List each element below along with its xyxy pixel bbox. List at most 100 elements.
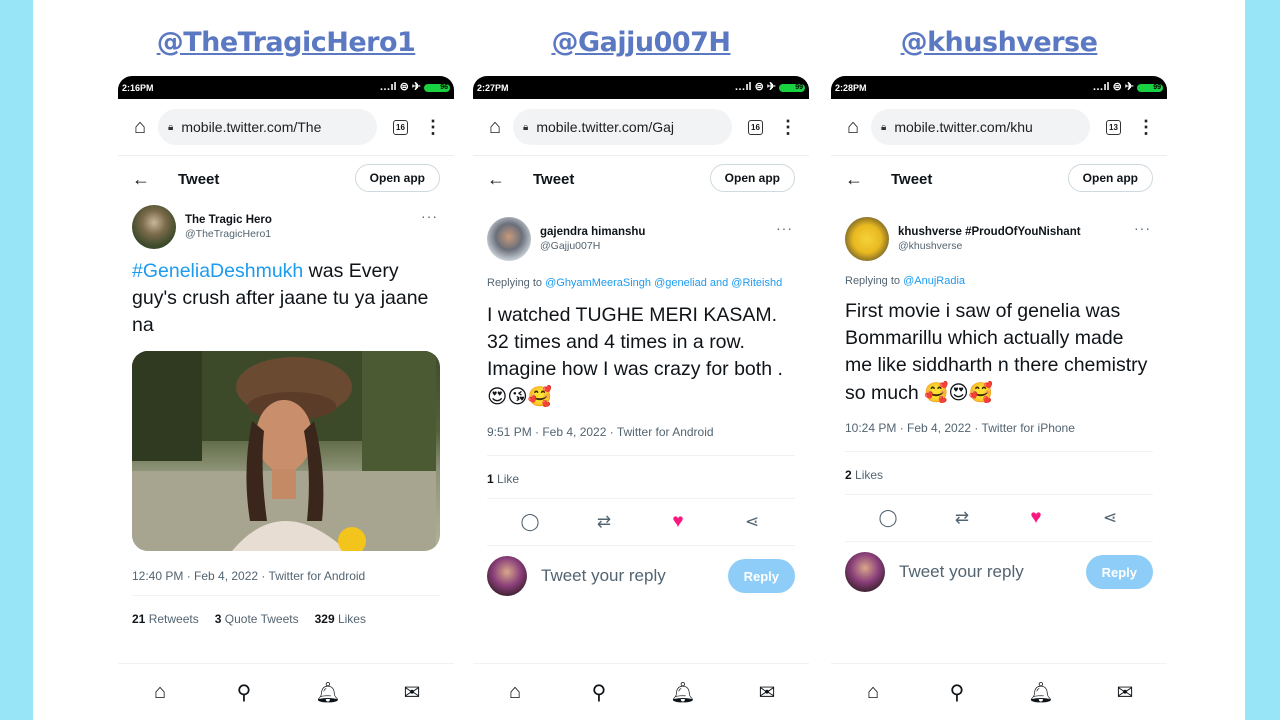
display-name[interactable]: The Tragic Hero	[185, 214, 272, 226]
tabs-icon[interactable]: 16	[393, 119, 408, 135]
share-icon[interactable]: ⋖	[739, 512, 765, 532]
wifi-icon: ⊜	[399, 81, 409, 93]
back-arrow-icon[interactable]: ←	[487, 169, 509, 190]
home-nav-icon[interactable]: ⌂	[859, 681, 887, 704]
tabs-count: 16	[396, 122, 405, 132]
url-text: mobile.twitter.com/The	[181, 119, 322, 135]
likes-stat[interactable]: 1 Like	[487, 472, 519, 498]
retweets-stat[interactable]: 21 Retweets	[132, 612, 199, 626]
reply-icon[interactable]: ◯	[517, 512, 543, 532]
notifications-icon[interactable]: 🔔︎	[314, 680, 342, 705]
phone-screen: 2:28PM …ıl ⊜ ✈ 99 ⌂ 🔒︎ mobile.twitter.co…	[831, 76, 1167, 720]
reply-input[interactable]: Tweet your reply	[541, 566, 728, 586]
menu-icon[interactable]: ⋮	[1137, 118, 1155, 136]
home-icon[interactable]: ⌂	[130, 116, 150, 139]
airplane-icon: ✈	[1124, 81, 1134, 93]
home-nav-icon[interactable]: ⌂	[146, 681, 174, 704]
tabs-count: 16	[751, 122, 760, 132]
heart-icon[interactable]: ♥	[1023, 507, 1049, 529]
status-icons: …ıl ⊜ ✈ 99	[1092, 82, 1163, 93]
replying-to-users[interactable]: @AnujRadia	[903, 275, 965, 287]
signal-icon: …ıl	[379, 81, 397, 93]
avatar[interactable]	[132, 205, 176, 249]
tweet-text: First movie i saw of genelia was Bommari…	[831, 298, 1167, 407]
display-name[interactable]: khushverse #ProudOfYouNishant	[898, 226, 1081, 238]
tweet-body: I watched TUGHE MERI KASAM. 32 times and…	[487, 304, 783, 380]
username[interactable]: @Gajju007H	[540, 240, 645, 252]
back-arrow-icon[interactable]: ←	[845, 169, 867, 190]
engagement-counts: 2 Likes	[831, 468, 1167, 494]
phone-screen: 2:27PM …ıl ⊜ ✈ 99 ⌂ 🔒︎ mobile.twitter.co…	[473, 76, 809, 720]
avatar	[845, 552, 885, 592]
page-title: Tweet	[891, 170, 933, 188]
url-field[interactable]: 🔒︎ mobile.twitter.com/Gaj	[513, 109, 732, 145]
battery-level: 96	[440, 84, 448, 91]
heart-icon[interactable]: ♥	[665, 511, 691, 533]
left-background-band	[0, 0, 33, 720]
home-icon[interactable]: ⌂	[843, 116, 863, 139]
browser-url-bar: ⌂ 🔒︎ mobile.twitter.com/khu 13 ⋮	[831, 99, 1167, 156]
search-icon[interactable]: ⚲	[585, 680, 613, 705]
tabs-icon[interactable]: 13	[1106, 119, 1121, 135]
reply-button[interactable]: Reply	[1085, 555, 1153, 589]
url-field[interactable]: 🔒︎ mobile.twitter.com/khu	[871, 109, 1090, 145]
tweet-text: #GeneliaDeshmukh was Every guy's crush a…	[118, 258, 454, 339]
more-options-icon[interactable]: ···	[776, 220, 793, 236]
likes-stat[interactable]: 2 Likes	[845, 468, 883, 494]
messages-icon[interactable]: ✉	[398, 680, 426, 705]
tweet-body: First movie i saw of genelia was Bommari…	[845, 300, 1148, 404]
likes-stat[interactable]: 329 Likes	[315, 612, 366, 626]
search-icon[interactable]: ⚲	[230, 680, 258, 705]
tweet-timestamp[interactable]: 12:40 PM · Feb 4, 2022 · Twitter for And…	[118, 569, 454, 595]
wifi-icon: ⊜	[1112, 81, 1122, 93]
lock-icon: 🔒︎	[523, 121, 529, 133]
back-arrow-icon[interactable]: ←	[132, 169, 154, 190]
reply-icon[interactable]: ◯	[875, 508, 901, 528]
username[interactable]: @TheTragicHero1	[185, 228, 272, 240]
url-field[interactable]: 🔒︎ mobile.twitter.com/The	[158, 109, 377, 145]
display-name[interactable]: gajendra himanshu	[540, 226, 645, 238]
tabs-icon[interactable]: 16	[748, 119, 763, 135]
avatar[interactable]	[845, 217, 889, 261]
engagement-counts: 21 Retweets 3 Quote Tweets 329 Likes	[118, 612, 454, 626]
messages-icon[interactable]: ✉	[1111, 680, 1139, 705]
retweet-icon[interactable]: ⇄	[591, 512, 617, 532]
quotes-stat[interactable]: 3 Quote Tweets	[215, 612, 299, 626]
tweet-author: The Tragic Hero @TheTragicHero1 ···	[118, 202, 454, 252]
battery-level: 99	[795, 84, 803, 91]
more-options-icon[interactable]: ···	[1134, 220, 1151, 236]
retweet-icon[interactable]: ⇄	[949, 508, 975, 528]
notifications-icon[interactable]: 🔔︎	[669, 680, 697, 705]
more-options-icon[interactable]: ···	[421, 208, 438, 224]
username[interactable]: @khushverse	[898, 240, 1081, 252]
search-icon[interactable]: ⚲	[943, 680, 971, 705]
avatar	[487, 556, 527, 596]
notifications-icon[interactable]: 🔔︎	[1027, 680, 1055, 705]
tweet-header: ← Tweet Open app	[831, 156, 1167, 202]
reply-input[interactable]: Tweet your reply	[899, 562, 1086, 582]
battery-icon: 99	[779, 83, 805, 92]
home-nav-icon[interactable]: ⌂	[501, 681, 529, 704]
tweet-timestamp[interactable]: 10:24 PM · Feb 4, 2022 · Twitter for iPh…	[831, 421, 1167, 451]
right-background-band	[1245, 0, 1280, 720]
messages-icon[interactable]: ✉	[753, 680, 781, 705]
home-icon[interactable]: ⌂	[485, 116, 505, 139]
open-app-button[interactable]: Open app	[354, 164, 440, 192]
reply-button[interactable]: Reply	[727, 559, 795, 593]
replying-to-label: Replying to	[487, 277, 546, 289]
browser-url-bar: ⌂ 🔒︎ mobile.twitter.com/Gaj 16 ⋮	[473, 99, 809, 156]
menu-icon[interactable]: ⋮	[424, 118, 442, 136]
divider	[132, 595, 440, 596]
avatar[interactable]	[487, 217, 531, 261]
share-icon[interactable]: ⋖	[1097, 508, 1123, 528]
hashtag-link[interactable]: #GeneliaDeshmukh	[132, 260, 303, 282]
status-icons: …ıl ⊜ ✈ 96	[379, 82, 450, 93]
open-app-button[interactable]: Open app	[1067, 164, 1153, 192]
open-app-button[interactable]: Open app	[709, 164, 795, 192]
menu-icon[interactable]: ⋮	[779, 118, 797, 136]
replying-to-users[interactable]: @GhyamMeeraSingh @geneliad and @Riteishd	[545, 277, 782, 289]
handle-title: @Gajju007H	[551, 27, 731, 58]
tweet-image[interactable]	[132, 351, 440, 551]
lock-icon: 🔒︎	[168, 121, 174, 133]
tweet-timestamp[interactable]: 9:51 PM · Feb 4, 2022 · Twitter for Andr…	[473, 425, 809, 455]
